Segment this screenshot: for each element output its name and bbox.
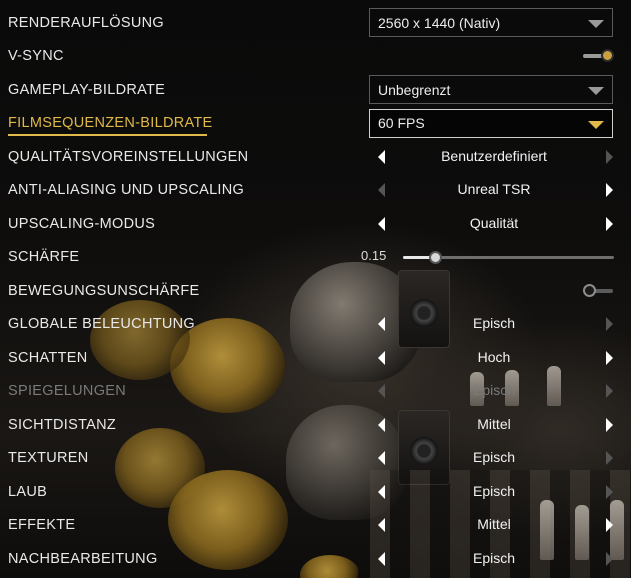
setting-row-sharpness[interactable]: SCHÄRFE 0.15 [0,241,631,275]
anti-aliasing-selector: Unreal TSR [369,174,619,208]
setting-row-textures[interactable]: TEXTUREN Episch [0,442,631,476]
setting-row-post-processing[interactable]: NACHBEARBEITUNG Episch [0,542,631,576]
textures-selector: Episch [369,442,619,476]
setting-row-quality-preset[interactable]: QUALITÄTSVOREINSTELLUNGEN Benutzerdefini… [0,140,631,174]
setting-label: SCHÄRFE [8,249,80,266]
arrow-right-icon[interactable] [606,216,613,231]
setting-row-anti-aliasing[interactable]: ANTI-ALIASING UND UPSCALING Unreal TSR [0,174,631,208]
chevron-down-icon [588,87,604,95]
arrow-left-icon[interactable] [378,451,385,466]
arrow-right-icon[interactable] [606,149,613,164]
selector-value: Episch [472,449,516,466]
arrow-right-icon[interactable] [606,350,613,365]
slider-value: 0.15 [361,248,387,264]
setting-label: V-SYNC [8,48,64,65]
setting-row-cutscene-framerate[interactable]: FILMSEQUENZEN-BILDRATE 60 FPS [0,107,631,141]
selector-value: Hoch [477,348,511,365]
view-distance-selector: Mittel [369,408,619,442]
setting-row-foliage[interactable]: LAUB Episch [0,475,631,509]
vsync-toggle[interactable] [583,49,614,63]
setting-label: SICHTDISTANZ [8,416,117,433]
arrow-right-icon[interactable] [606,451,613,466]
motion-blur-toggle[interactable] [583,283,613,297]
shadows-selector: Hoch [369,341,619,375]
setting-row-gameplay-framerate[interactable]: GAMEPLAY-BILDRATE Unbegrenzt [0,73,631,107]
chevron-down-icon [588,120,604,129]
selector-value: Episch [472,482,516,499]
arrow-right-icon[interactable] [606,417,613,432]
arrow-left-icon[interactable] [378,149,385,164]
toggle-knob [583,283,596,297]
arrow-left-icon[interactable] [378,484,385,499]
setting-label: GAMEPLAY-BILDRATE [8,81,166,98]
foliage-selector: Episch [369,475,619,509]
arrow-left-icon[interactable] [378,216,385,231]
reflections-selector: Episch [369,375,619,409]
effects-selector: Mittel [369,509,619,543]
selector-value: Episch [472,315,516,332]
arrow-right-icon[interactable] [606,484,613,499]
arrow-left-icon[interactable] [378,317,385,332]
upscaling-mode-selector: Qualität [369,207,619,241]
setting-label: SCHATTEN [8,349,88,366]
setting-label: TEXTUREN [8,450,89,467]
arrow-right-icon [606,384,613,399]
setting-label: BEWEGUNGSUNSCHÄRFE [8,282,200,299]
arrow-right-icon[interactable] [606,518,613,533]
setting-row-motion-blur[interactable]: BEWEGUNGSUNSCHÄRFE [0,274,631,308]
setting-label: SPIEGELUNGEN [8,383,127,400]
arrow-left-icon[interactable] [378,518,385,533]
toggle-knob [601,49,614,63]
arrow-left-icon[interactable] [378,417,385,432]
setting-label: FILMSEQUENZEN-BILDRATE [8,115,213,132]
gameplay-framerate-dropdown[interactable]: Unbegrenzt [369,75,613,104]
chevron-down-icon [588,20,604,28]
arrow-right-icon[interactable] [606,317,613,332]
global-illumination-selector: Episch [369,308,619,342]
setting-row-upscaling-mode[interactable]: UPSCALING-MODUS Qualität [0,207,631,241]
setting-row-global-illumination[interactable]: GLOBALE BELEUCHTUNG Episch [0,308,631,342]
setting-label: NACHBEARBEITUNG [8,550,158,567]
setting-row-effects[interactable]: EFFEKTE Mittel [0,509,631,543]
setting-row-vsync[interactable]: V-SYNC [0,40,631,74]
dropdown-value: 2560 x 1440 (Nativ) [378,14,501,31]
active-underline [8,133,207,136]
quality-preset-selector: Benutzerdefiniert [369,140,619,174]
selector-value: Unreal TSR [457,181,531,198]
arrow-right-icon[interactable] [606,183,613,198]
setting-row-reflections: SPIEGELUNGEN Episch [0,375,631,409]
selector-value: Episch [472,549,516,566]
setting-row-view-distance[interactable]: SICHTDISTANZ Mittel [0,408,631,442]
arrow-right-icon[interactable] [606,551,613,566]
slider-thumb[interactable] [428,251,442,265]
arrow-left-icon[interactable] [378,350,385,365]
setting-label: LAUB [8,483,48,500]
setting-row-render-resolution[interactable]: RENDERAUFLÖSUNG 2560 x 1440 (Nativ) [0,6,631,40]
selector-value: Episch [472,382,516,399]
selector-value: Mittel [477,516,511,533]
cutscene-framerate-dropdown[interactable]: 60 FPS [369,108,613,138]
selector-value: Qualität [469,214,519,231]
setting-row-shadows[interactable]: SCHATTEN Hoch [0,341,631,375]
arrow-left-icon[interactable] [378,183,385,198]
graphics-settings-list: RENDERAUFLÖSUNG 2560 x 1440 (Nativ) V-SY… [0,6,631,576]
render-resolution-dropdown[interactable]: 2560 x 1440 (Nativ) [369,8,613,37]
setting-label: RENDERAUFLÖSUNG [8,14,164,31]
arrow-left-icon[interactable] [378,551,385,566]
setting-label: GLOBALE BELEUCHTUNG [8,316,195,333]
setting-label: QUALITÄTSVOREINSTELLUNGEN [8,148,249,165]
post-processing-selector: Episch [369,542,619,576]
arrow-left-icon [378,384,385,399]
setting-label: UPSCALING-MODUS [8,215,156,232]
dropdown-value: 60 FPS [378,115,425,131]
setting-label: ANTI-ALIASING UND UPSCALING [8,182,245,199]
sharpness-slider[interactable] [403,251,614,265]
setting-label: EFFEKTE [8,517,76,534]
selector-value: Benutzerdefiniert [441,147,547,164]
selector-value: Mittel [477,415,511,432]
dropdown-value: Unbegrenzt [378,81,451,98]
